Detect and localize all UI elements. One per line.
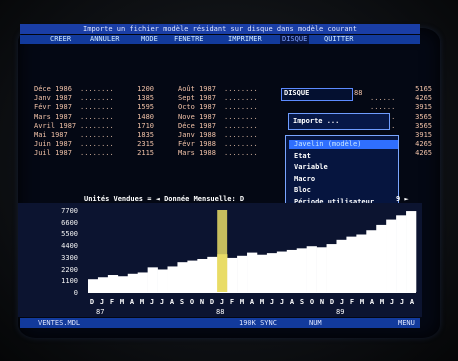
x-tick-label: M	[359, 298, 365, 306]
chart-bar	[127, 273, 138, 292]
status-sync: 190K SYNC	[239, 319, 277, 327]
x-tick-label: D	[89, 298, 95, 306]
x-tick-label: J	[99, 298, 105, 306]
y-tick-label: 6600	[61, 218, 78, 227]
chart-bar	[406, 211, 417, 292]
chart-bar	[256, 254, 268, 292]
y-tick-label: 1100	[61, 277, 78, 286]
x-tick-label: M	[379, 298, 385, 306]
chart-bar	[207, 256, 218, 292]
status-num: NUM	[309, 319, 322, 327]
x-tick-label: M	[259, 298, 265, 306]
chart-bar	[386, 219, 397, 292]
y-tick-label: 2200	[61, 265, 78, 274]
chart-bar	[187, 260, 198, 292]
status-filename: VENTES.MDL	[38, 319, 81, 327]
x-tick-label: J	[159, 298, 165, 306]
chart-bar	[147, 267, 158, 292]
chart-bar	[227, 257, 238, 292]
x-tick-label: J	[269, 298, 275, 306]
chart-bar	[107, 275, 119, 292]
x-tick-label: A	[409, 298, 415, 306]
x-tick-label: J	[149, 298, 155, 306]
y-tick-label: 4400	[61, 242, 78, 251]
y-tick-label: 7700	[61, 207, 78, 215]
chart-bar	[177, 262, 188, 292]
x-year-label: 89	[336, 308, 345, 316]
x-tick-label: J	[279, 298, 285, 306]
chart-bar	[286, 249, 298, 292]
chart-bar	[346, 236, 357, 292]
x-tick-label: M	[139, 298, 145, 306]
x-tick-label: O	[189, 298, 195, 306]
chart-bar	[237, 255, 248, 292]
x-tick-label: S	[179, 298, 185, 306]
x-tick-label: A	[369, 298, 375, 306]
chart-bar	[376, 224, 387, 292]
x-tick-label: J	[399, 298, 405, 306]
chart-bar	[316, 247, 327, 292]
x-tick-label: F	[229, 298, 235, 306]
y-tick-label: 5500	[61, 230, 78, 239]
x-tick-label: O	[309, 298, 315, 306]
x-tick-label: J	[219, 298, 225, 306]
chart-bar	[167, 266, 178, 292]
chart-bar	[117, 276, 129, 292]
x-tick-label: J	[339, 298, 345, 306]
chart-cursor-column[interactable]	[217, 210, 228, 292]
chart-bar	[336, 239, 347, 292]
status-mode: MENU	[398, 319, 415, 327]
chart-bar	[247, 252, 258, 292]
x-tick-label: F	[109, 298, 115, 306]
x-year-label: 87	[96, 308, 105, 316]
chart-bar	[296, 248, 307, 292]
units-sold-chart	[88, 210, 417, 293]
x-year-label: 88	[216, 308, 225, 316]
x-tick-label: A	[249, 298, 255, 306]
x-tick-label: N	[319, 298, 325, 306]
chart-bar	[88, 279, 99, 292]
chart-bar	[137, 272, 148, 292]
chart-bar	[97, 277, 109, 292]
chart-bar	[366, 230, 377, 292]
y-tick-label: 0	[73, 289, 78, 297]
chart-bar	[197, 258, 208, 292]
x-tick-label: M	[239, 298, 245, 306]
x-tick-label: M	[119, 298, 125, 306]
chart-bar	[326, 244, 337, 292]
chart-bar	[266, 253, 278, 292]
x-tick-label: J	[389, 298, 395, 306]
x-tick-label: D	[329, 298, 335, 306]
x-tick-label: N	[199, 298, 205, 306]
chart-bar	[276, 251, 288, 292]
x-tick-label: S	[299, 298, 305, 306]
x-tick-label: A	[129, 298, 135, 306]
y-tick-label: 3300	[61, 253, 78, 262]
x-tick-label: A	[289, 298, 295, 306]
x-tick-label: F	[349, 298, 355, 306]
chart-bar	[356, 234, 367, 292]
x-tick-label: A	[169, 298, 175, 306]
chart-bar	[396, 215, 407, 292]
x-tick-label: D	[209, 298, 215, 306]
chart-bar	[306, 246, 317, 292]
chart-bar	[157, 269, 168, 292]
